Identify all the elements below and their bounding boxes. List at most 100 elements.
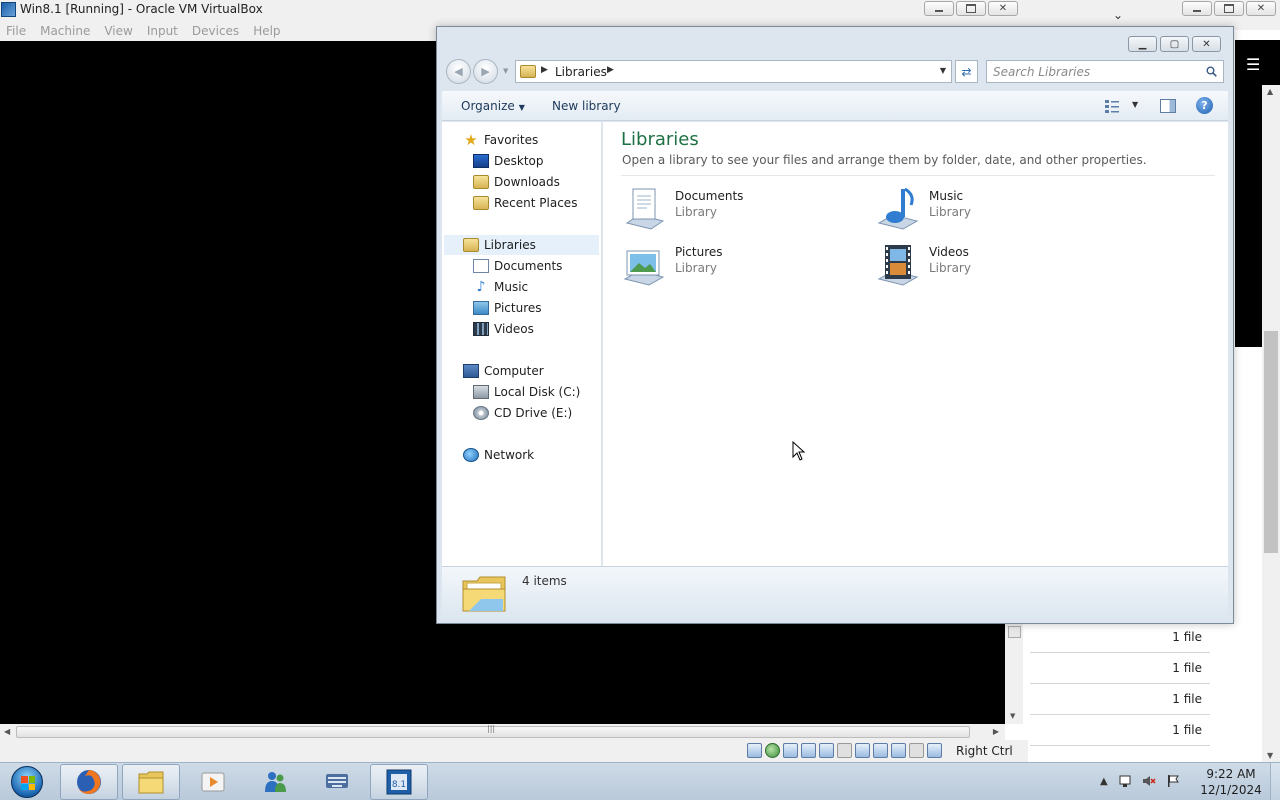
forward-arrow-icon: ▶ xyxy=(481,65,490,78)
menu-help[interactable]: Help xyxy=(253,24,280,38)
search-icon[interactable] xyxy=(1206,66,1217,77)
organize-button[interactable]: Organize ▼ xyxy=(461,99,525,113)
optical-drive-indicator-icon[interactable] xyxy=(765,743,780,758)
list-item[interactable]: 1 file xyxy=(1030,684,1210,715)
nav-item-videos[interactable]: Videos xyxy=(473,319,534,339)
change-view-icon[interactable] xyxy=(1104,99,1120,113)
scroll-down-arrow-icon[interactable]: ▼ xyxy=(1267,751,1273,760)
nav-item-documents[interactable]: Documents xyxy=(473,256,562,276)
list-item[interactable]: 1 file xyxy=(1030,653,1210,684)
search-input[interactable]: Search Libraries xyxy=(986,60,1224,83)
hamburger-menu-icon[interactable]: ☰ xyxy=(1246,55,1260,74)
view-options-dropdown-icon[interactable]: ▼ xyxy=(1132,100,1138,109)
vm-vertical-scroll-thumb[interactable] xyxy=(1008,626,1021,638)
hard-disk-indicator-icon[interactable] xyxy=(747,743,762,758)
back-button[interactable]: ◀ xyxy=(446,59,471,84)
background-window-scrollbar[interactable]: ▲ ▼ xyxy=(1262,85,1280,762)
bg-minimize-button[interactable] xyxy=(1182,1,1212,16)
display-indicator-icon[interactable] xyxy=(855,743,870,758)
usb-indicator-icon[interactable] xyxy=(819,743,834,758)
action-center-flag-icon[interactable] xyxy=(1166,774,1180,788)
nav-item-label: CD Drive (E:) xyxy=(494,406,573,420)
windows-logo-icon xyxy=(11,766,43,798)
library-name: Pictures xyxy=(675,245,723,259)
scroll-right-arrow-icon[interactable]: ▶ xyxy=(993,727,999,736)
start-button[interactable] xyxy=(6,765,48,799)
nav-item-favorites[interactable]: ★ Favorites xyxy=(463,130,538,150)
organize-label: Organize xyxy=(461,99,515,113)
new-library-button[interactable]: New library xyxy=(552,99,621,113)
taskbar-virtualbox-vm[interactable]: 8.1 xyxy=(370,764,428,800)
virtualization-indicator-icon[interactable] xyxy=(891,743,906,758)
taskbar-on-screen-keyboard[interactable] xyxy=(308,764,366,800)
recent-locations-dropdown-icon[interactable]: ▼ xyxy=(503,67,508,75)
menu-devices[interactable]: Devices xyxy=(192,24,239,38)
show-hidden-icons-icon[interactable]: ▲ xyxy=(1100,776,1108,787)
explorer-maximize-button[interactable]: ▢ xyxy=(1160,36,1189,52)
taskbar-firefox[interactable] xyxy=(60,764,118,800)
vm-device-indicators xyxy=(747,743,942,758)
menu-file[interactable]: File xyxy=(6,24,26,38)
scroll-up-arrow-icon[interactable]: ▲ xyxy=(1267,87,1273,96)
close-button[interactable]: ✕ xyxy=(988,1,1018,16)
nav-item-network[interactable]: Network xyxy=(463,445,534,465)
page-description: Open a library to see your files and arr… xyxy=(622,153,1147,167)
firefox-icon xyxy=(77,770,101,794)
scroll-down-arrow-icon[interactable]: ▼ xyxy=(1010,712,1015,720)
breadcrumb-arrow-icon[interactable]: ▶ xyxy=(541,65,548,75)
network-status-icon[interactable] xyxy=(1118,774,1132,788)
menu-machine[interactable]: Machine xyxy=(40,24,90,38)
list-item[interactable]: 1 file xyxy=(1030,715,1210,746)
nav-item-cd-drive[interactable]: CD Drive (E:) xyxy=(473,403,572,423)
keyboard-capture-indicator-icon[interactable] xyxy=(927,743,942,758)
address-bar[interactable]: ▶ Libraries ▶ ▼ xyxy=(515,60,952,83)
breadcrumb-arrow-icon[interactable]: ▶ xyxy=(607,65,614,75)
library-tile-pictures[interactable]: Pictures Library xyxy=(621,238,851,290)
background-scroll-thumb[interactable] xyxy=(1264,331,1278,553)
nav-item-pictures[interactable]: Pictures xyxy=(473,298,542,318)
chevron-down-icon[interactable]: ⌄ xyxy=(1113,8,1123,22)
nav-item-libraries[interactable]: Libraries xyxy=(444,235,599,255)
volume-muted-icon[interactable] xyxy=(1142,774,1156,788)
taskbar-users[interactable] xyxy=(246,764,304,800)
taskbar-file-explorer[interactable] xyxy=(122,764,180,800)
list-item[interactable]: 1 file xyxy=(1030,622,1210,653)
explorer-close-button[interactable]: ✕ xyxy=(1192,36,1221,52)
maximize-button[interactable] xyxy=(956,1,986,16)
bg-close-button[interactable]: ✕ xyxy=(1246,1,1276,16)
chevron-down-icon: ▼ xyxy=(518,103,525,112)
library-tile-documents[interactable]: Documents Library xyxy=(621,182,851,234)
nav-item-desktop[interactable]: Desktop xyxy=(473,151,544,171)
nav-item-local-disk[interactable]: Local Disk (C:) xyxy=(473,382,580,402)
shared-folders-indicator-icon[interactable] xyxy=(837,743,852,758)
scroll-left-arrow-icon[interactable]: ◀ xyxy=(4,727,10,736)
recording-indicator-icon[interactable] xyxy=(873,743,888,758)
audio-indicator-icon[interactable] xyxy=(783,743,798,758)
taskbar-media-player[interactable] xyxy=(184,764,242,800)
nav-item-music[interactable]: ♪ Music xyxy=(473,277,529,297)
page-title: Libraries xyxy=(621,129,699,150)
explorer-minimize-button[interactable]: ▁ xyxy=(1128,36,1157,52)
nav-item-computer[interactable]: Computer xyxy=(463,361,544,381)
forward-button[interactable]: ▶ xyxy=(473,59,498,84)
mouse-integration-indicator-icon[interactable] xyxy=(909,743,924,758)
library-tile-videos[interactable]: Videos Library xyxy=(875,238,1105,290)
library-tile-music[interactable]: Music Library xyxy=(875,182,1105,234)
address-history-dropdown-icon[interactable]: ▼ xyxy=(940,66,946,75)
minimize-button[interactable] xyxy=(924,1,954,16)
folder-icon xyxy=(138,771,164,794)
refresh-button[interactable]: ⇄ xyxy=(955,60,978,83)
vm-horizontal-scrollbar[interactable]: ◀ ||| ▶ xyxy=(0,724,1005,740)
file-count-list: 1 file 1 file 1 file 1 file xyxy=(1030,622,1210,746)
taskbar-clock[interactable]: 9:22 AM 12/1/2024 xyxy=(1196,766,1266,798)
breadcrumb-libraries[interactable]: Libraries xyxy=(555,65,607,79)
nav-item-recent-places[interactable]: Recent Places xyxy=(473,193,577,213)
bg-maximize-button[interactable] xyxy=(1214,1,1244,16)
show-desktop-button[interactable] xyxy=(1270,763,1280,800)
menu-view[interactable]: View xyxy=(104,24,132,38)
network-indicator-icon[interactable] xyxy=(801,743,816,758)
menu-input[interactable]: Input xyxy=(147,24,178,38)
nav-item-downloads[interactable]: Downloads xyxy=(473,172,560,192)
help-icon[interactable]: ? xyxy=(1196,97,1213,114)
preview-pane-icon[interactable] xyxy=(1160,99,1176,113)
